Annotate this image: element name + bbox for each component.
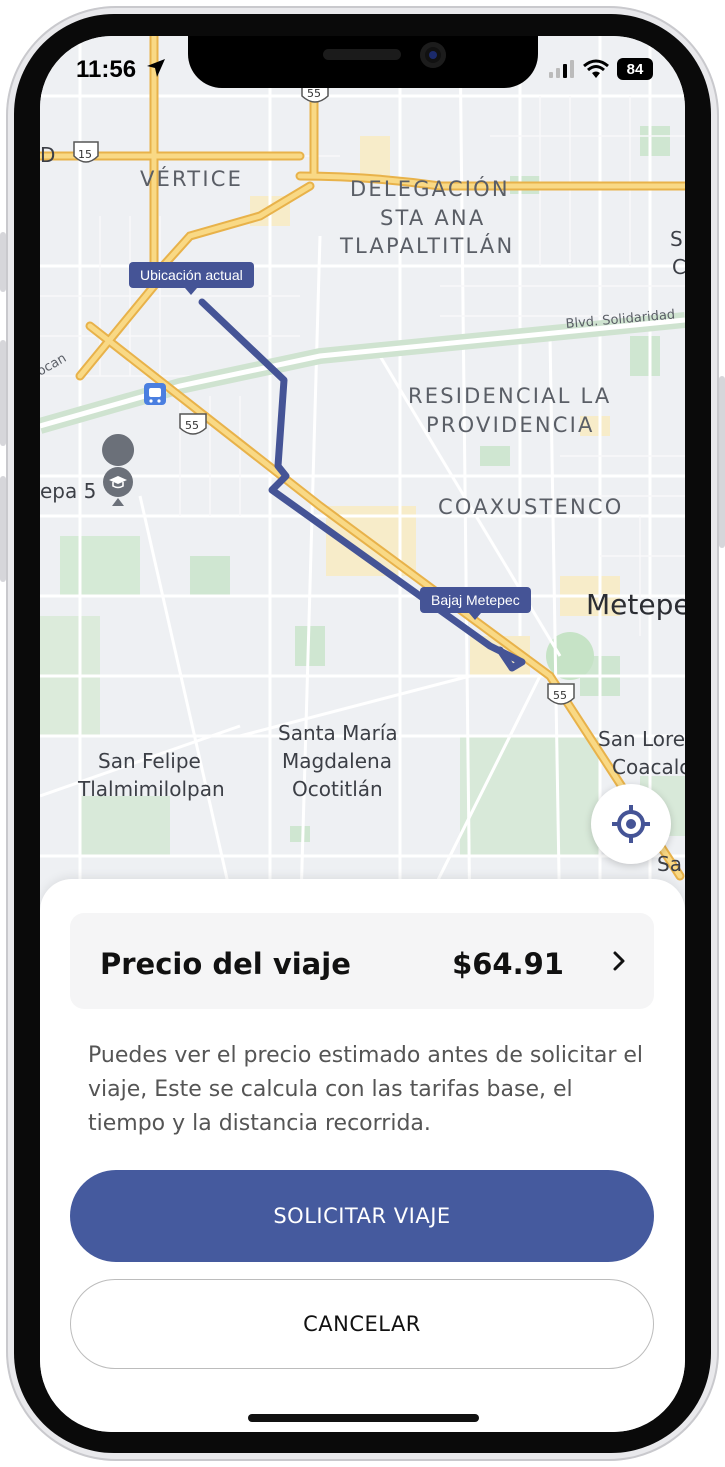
map-label-san-felipe-2: Tlalmimilolpan (77, 777, 225, 801)
train-icon (144, 383, 166, 405)
map-label-delegacion-2: STA ANA (380, 206, 485, 230)
map-view[interactable]: VÉRTICE DELEGACIÓN STA ANA TLAPALTITLÁN … (40, 36, 685, 936)
map-label-delegacion-1: DELEGACIÓN (350, 176, 510, 201)
map-label-santa-maria-1: Santa María (278, 721, 398, 745)
phone-volume-down-button (0, 476, 6, 582)
request-trip-button[interactable]: SOLICITAR VIAJE (70, 1170, 654, 1262)
wifi-icon (583, 59, 609, 78)
map-label-edge-sa: Sa (657, 852, 682, 876)
price-card[interactable]: Precio del viaje $64.91 (70, 913, 654, 1009)
map-label-delegacion-3: TLAPALTITLÁN (339, 233, 514, 258)
map-label-residencial-1: RESIDENCIAL LA (408, 384, 611, 408)
map-label-san-felipe-1: San Felipe (98, 749, 201, 773)
map-label-edge-c: C (672, 255, 685, 279)
svg-text:15: 15 (78, 148, 92, 161)
map-label-santa-maria-3: Ocotitlán (292, 777, 383, 801)
crosshair-icon (612, 805, 650, 843)
speaker-grille (323, 49, 401, 60)
device-notch (188, 36, 538, 88)
battery-icon: 84 (617, 58, 653, 80)
front-camera (420, 42, 446, 68)
chevron-right-icon (613, 951, 625, 971)
map-label-edge-d: D (40, 143, 55, 167)
map-label-epa5: epa 5 (40, 479, 96, 503)
cancel-button[interactable]: CANCELAR (70, 1279, 654, 1369)
map-label-san-lore-2: Coacalc (612, 755, 685, 779)
origin-pin-label[interactable]: Ubicación actual (129, 262, 254, 295)
phone-side-button (0, 232, 6, 292)
svg-text:55: 55 (307, 87, 321, 100)
signal-icon (549, 60, 574, 78)
price-value: $64.91 (452, 947, 564, 981)
map-label-residencial-2: PROVIDENCIA (426, 413, 595, 437)
map-label-edge-s: S (670, 227, 683, 251)
highway-shield-15: 15 (73, 141, 99, 163)
phone-power-button (719, 376, 725, 548)
trip-bottom-sheet: Precio del viaje $64.91 Puedes ver el pr… (40, 879, 685, 1432)
location-arrow-icon (146, 59, 165, 77)
highway-shield-55-low: 55 (547, 683, 575, 705)
map-label-coaxustenco: COAXUSTENCO (438, 495, 623, 519)
map-label-vertice: VÉRTICE (140, 166, 243, 191)
svg-text:55: 55 (185, 419, 199, 432)
phone-volume-up-button (0, 340, 6, 446)
price-label: Precio del viaje (100, 947, 351, 981)
status-bar-right: 84 (549, 58, 653, 80)
price-description: Puedes ver el precio estimado antes de s… (88, 1043, 644, 1136)
status-bar-time: 11:56 (76, 56, 167, 84)
destination-pin-label[interactable]: Bajaj Metepec (420, 587, 531, 620)
home-indicator[interactable] (248, 1414, 479, 1422)
status-time-text: 11:56 (76, 56, 137, 83)
recenter-location-button[interactable] (591, 784, 671, 864)
map-label-santa-maria-2: Magdalena (282, 749, 392, 773)
map-label-metepec: Metepe (586, 588, 685, 621)
svg-text:55: 55 (553, 689, 567, 702)
battery-level: 84 (626, 60, 644, 78)
map-label-san-lore-1: San Lore (598, 727, 685, 751)
highway-shield-55-mid: 55 (179, 413, 207, 435)
app-screen: VÉRTICE DELEGACIÓN STA ANA TLAPALTITLÁN … (40, 36, 685, 1432)
